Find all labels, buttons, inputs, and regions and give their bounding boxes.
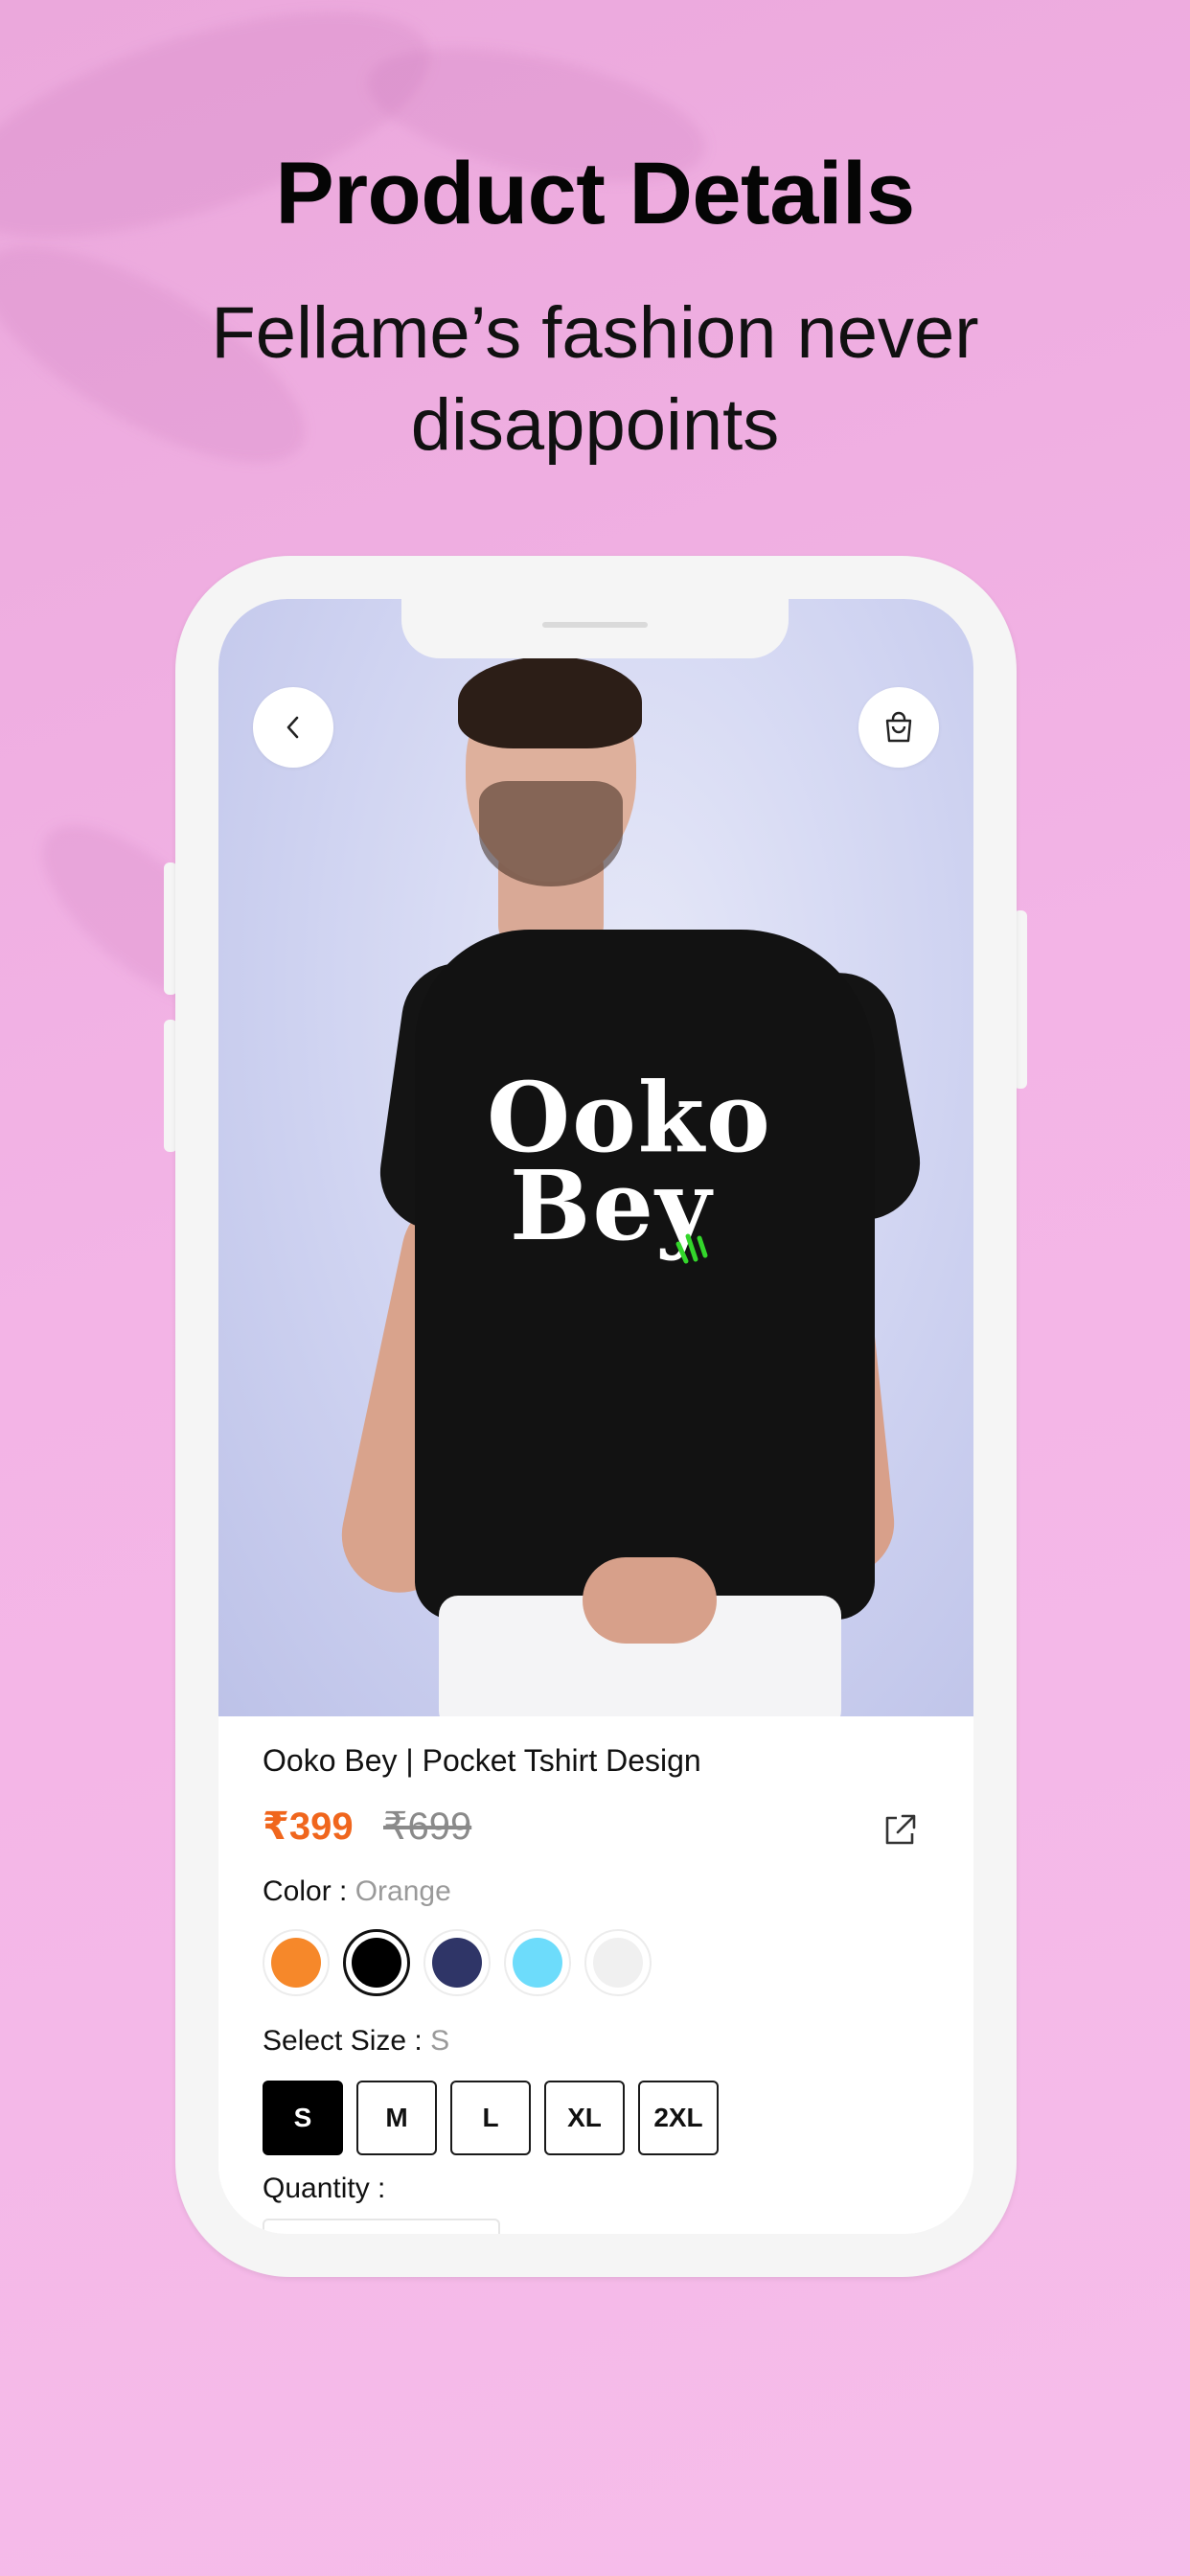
color-swatches <box>263 1929 652 1996</box>
size-option-button[interactable]: 2XL <box>638 2081 719 2155</box>
color-swatch[interactable] <box>584 1929 652 1996</box>
quantity-stepper[interactable] <box>263 2219 500 2234</box>
model-beard <box>479 781 623 886</box>
color-swatch-fill <box>352 1938 401 1988</box>
size-option-button[interactable]: L <box>450 2081 531 2155</box>
size-option-button[interactable]: S <box>263 2081 343 2155</box>
color-label-text: Color : <box>263 1875 355 1907</box>
original-price: ₹699 <box>383 1806 472 1848</box>
sale-price: ₹399 <box>263 1806 354 1848</box>
color-swatch-fill <box>432 1938 482 1988</box>
external-link-icon[interactable] <box>880 1810 920 1851</box>
back-button[interactable] <box>253 687 333 768</box>
print-accent-icon <box>675 1233 708 1264</box>
shopping-bag-icon <box>885 711 912 743</box>
size-options: S M L XL 2XL <box>263 2081 719 2155</box>
color-swatch[interactable] <box>343 1929 410 1996</box>
quantity-label: Quantity : <box>263 2173 386 2204</box>
color-swatch[interactable] <box>504 1929 571 1996</box>
phone-speaker <box>542 622 648 628</box>
color-swatch-fill <box>271 1938 321 1988</box>
color-label: Color : Orange <box>263 1875 451 1908</box>
model-hand <box>583 1557 717 1644</box>
color-swatch[interactable] <box>423 1929 491 1996</box>
promo-subheadline: Fellame’s fashion never disappoints <box>211 292 979 466</box>
size-label: Select Size : S <box>263 2025 449 2058</box>
tshirt-print: Ooko Bey <box>487 1070 770 1264</box>
size-option-button[interactable]: XL <box>544 2081 625 2155</box>
product-title: Ooko Bey | Pocket Tshirt Design <box>263 1743 701 1778</box>
color-swatch-fill <box>513 1938 562 1988</box>
phone-notch <box>401 599 789 658</box>
promo-headline: Product Details <box>275 145 915 242</box>
color-swatch-fill <box>593 1938 643 1988</box>
selected-color-value: Orange <box>355 1875 451 1907</box>
selected-size-value: S <box>430 2025 450 2057</box>
model-hair <box>458 656 642 748</box>
cart-button[interactable] <box>858 687 939 768</box>
product-image: Ooko Bey <box>218 599 973 1730</box>
size-label-text: Select Size : <box>263 2025 431 2057</box>
tshirt <box>415 930 875 1620</box>
size-option-button[interactable]: M <box>356 2081 437 2155</box>
chevron-left-icon <box>286 716 299 739</box>
color-swatch[interactable] <box>263 1929 330 1996</box>
product-details-panel: Ooko Bey | Pocket Tshirt Design ₹399 ₹69… <box>218 1716 973 2234</box>
phone-frame: Ooko Bey Ooko Bey | Pocket Tshirt Design… <box>175 556 1017 2277</box>
phone-screen: Ooko Bey Ooko Bey | Pocket Tshirt Design… <box>218 599 973 2234</box>
